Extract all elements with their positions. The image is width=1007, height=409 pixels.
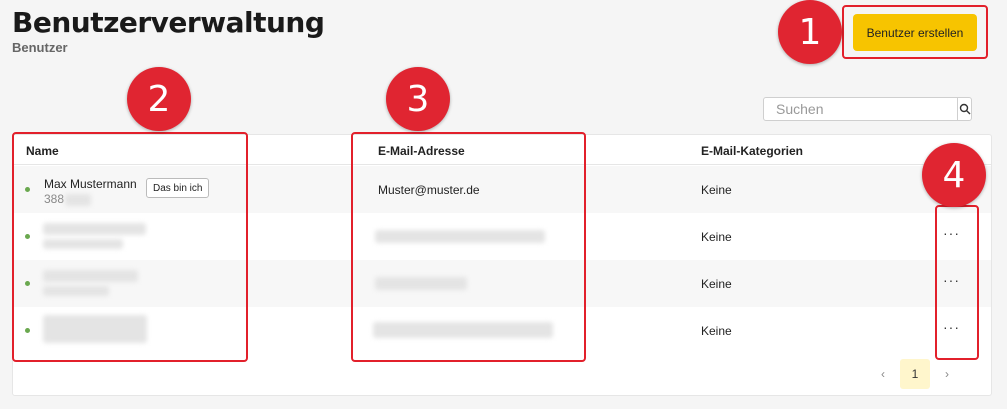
page-title: Benutzerverwaltung	[12, 6, 325, 39]
search-box	[763, 97, 972, 121]
pagination-prev[interactable]: ‹	[873, 359, 893, 389]
annotation-badge-4: 4	[922, 143, 986, 207]
annotation-box-2	[12, 132, 248, 362]
search-button[interactable]	[957, 98, 971, 120]
annotation-box-3	[351, 132, 586, 362]
annotation-badge-3: 3	[386, 67, 450, 131]
search-icon	[959, 103, 970, 115]
user-categories: Keine	[701, 277, 732, 291]
column-header-categories[interactable]: E-Mail-Kategorien	[701, 144, 803, 158]
annotation-box-1	[842, 5, 988, 59]
user-categories: Keine	[701, 324, 732, 338]
annotation-badge-1: 1	[778, 0, 842, 64]
pagination-next[interactable]: ›	[937, 359, 957, 389]
annotation-box-4	[935, 205, 979, 360]
user-categories: Keine	[701, 230, 732, 244]
search-input[interactable]	[764, 98, 957, 120]
annotation-badge-2: 2	[127, 67, 191, 131]
page-subtitle: Benutzer	[12, 40, 68, 55]
pagination-page[interactable]: 1	[900, 359, 930, 389]
user-categories: Keine	[701, 183, 732, 197]
